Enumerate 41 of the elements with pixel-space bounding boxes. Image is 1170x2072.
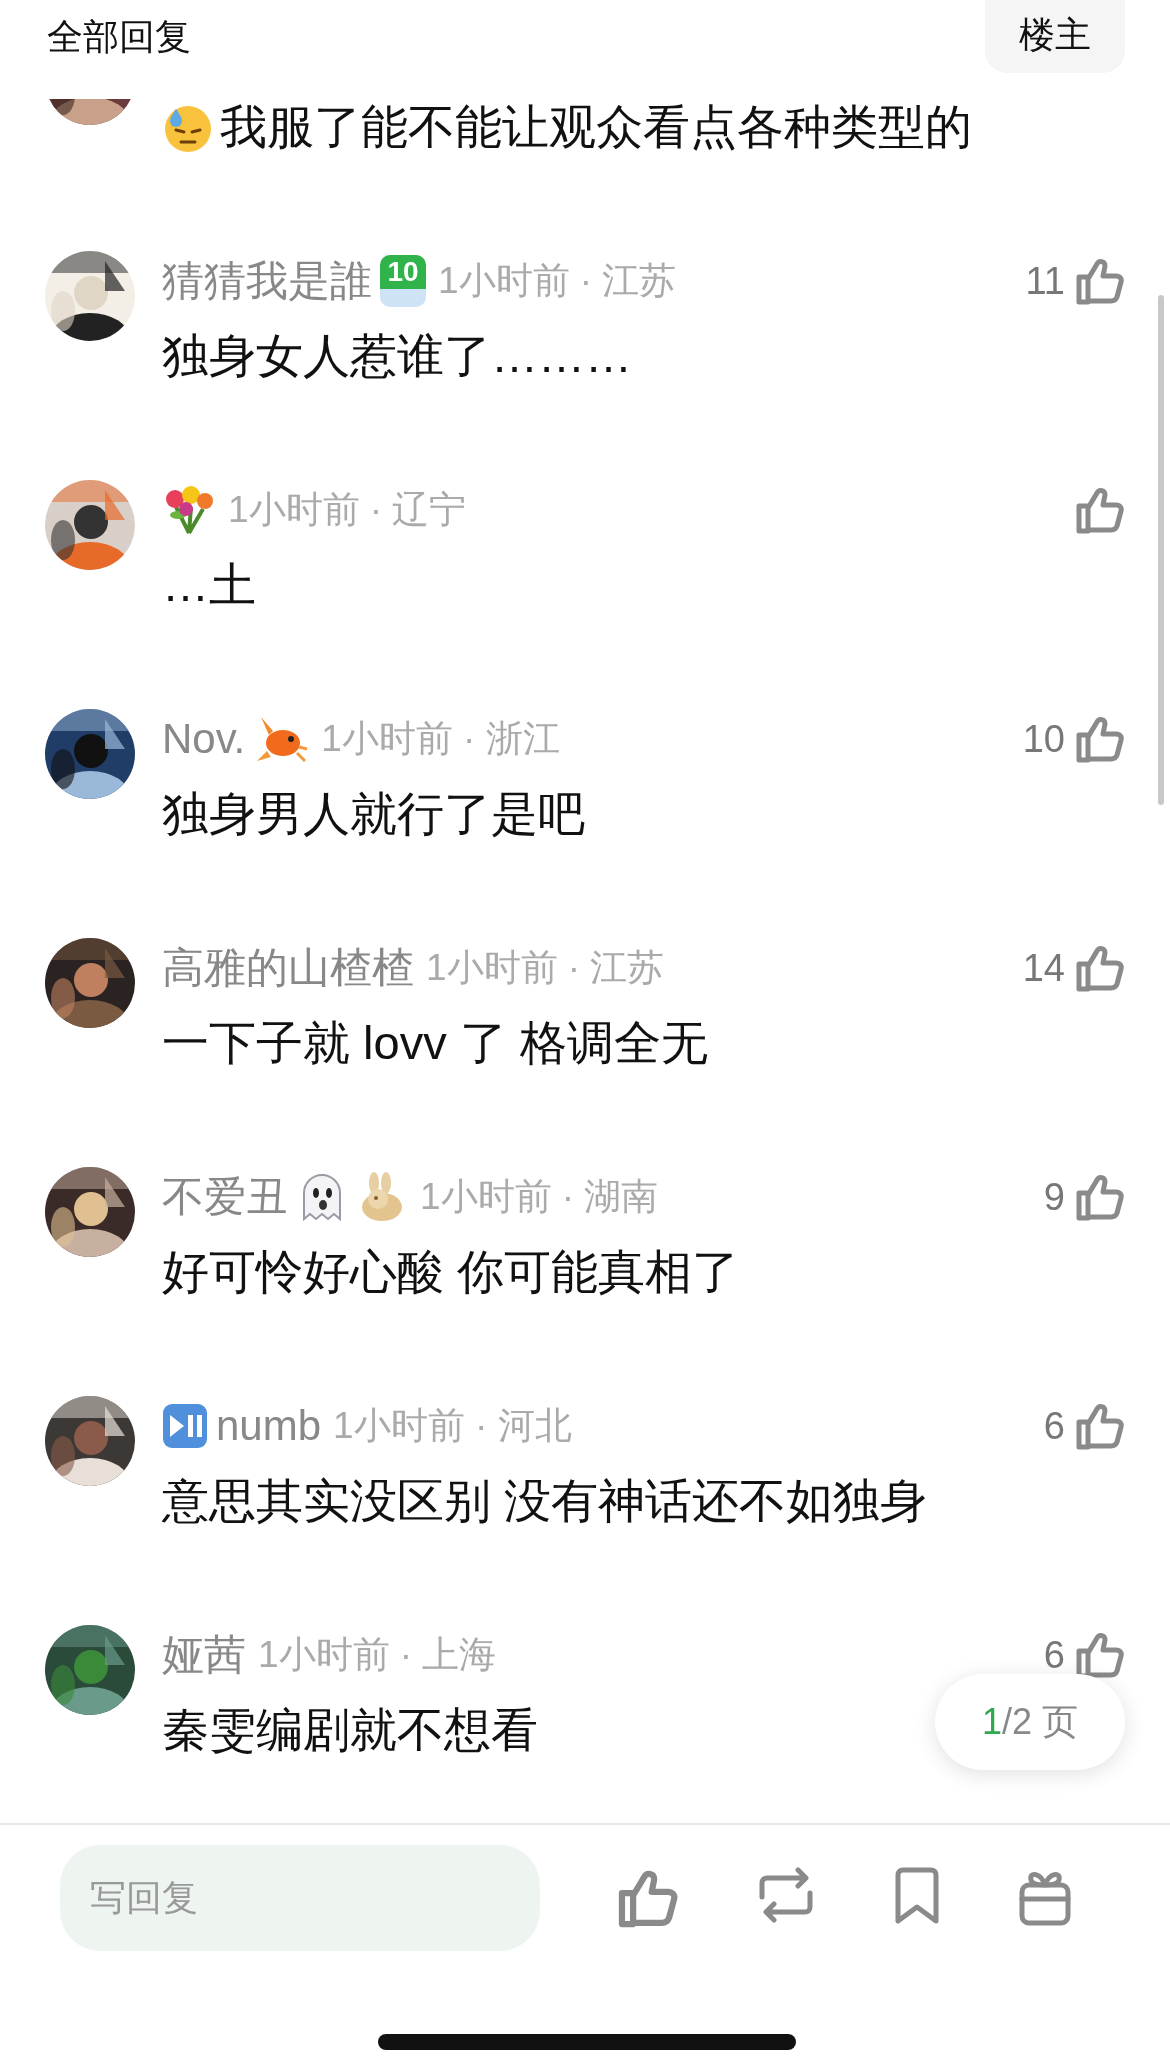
time-location: 1小时前 · 湖南	[420, 1175, 659, 1219]
like-count: 6	[1043, 1404, 1065, 1448]
like-icon[interactable]	[1075, 943, 1125, 993]
like-icon[interactable]	[1075, 485, 1125, 535]
username[interactable]: Nov.	[162, 715, 246, 763]
comment-text: 秦雯编剧就不想看	[162, 1701, 538, 1758]
like-icon[interactable]	[1075, 1172, 1125, 1222]
time-location: 1小时前 · 河北	[333, 1404, 572, 1448]
scrollbar[interactable]	[1158, 295, 1164, 805]
like-icon[interactable]	[1075, 1401, 1125, 1451]
comment-text: 一下子就 lovv 了 格调全无	[162, 1014, 708, 1071]
like-icon[interactable]	[1075, 1630, 1125, 1680]
comment-text: …土	[162, 556, 256, 613]
author-filter-button[interactable]: 楼主	[985, 0, 1125, 73]
play-pause-icon	[162, 1403, 208, 1449]
time-location: 1小时前 · 浙江	[321, 717, 560, 761]
time-location: 1小时前 · 江苏	[438, 259, 677, 303]
like-count: 11	[1025, 259, 1065, 303]
comment-text: 独身女人惹谁了………	[162, 327, 632, 384]
like-count: 6	[1043, 1633, 1065, 1677]
comment-text: 独身男人就行了是吧	[162, 785, 585, 842]
username[interactable]: 娅茜	[162, 1627, 246, 1683]
username[interactable]: 高雅的山楂楂	[162, 940, 414, 996]
like-count: 10	[1022, 717, 1065, 761]
time-location: 1小时前 · 江苏	[426, 946, 665, 990]
comment-text: 好可怜好心酸 你可能真相了	[162, 1243, 740, 1300]
like-count: 14	[1022, 946, 1065, 990]
like-icon[interactable]	[1075, 714, 1125, 764]
time-location: 1小时前 · 辽宁	[228, 488, 467, 532]
time-location: 1小时前 · 上海	[258, 1633, 497, 1677]
like-icon[interactable]	[1075, 256, 1125, 306]
page-indicator[interactable]: 1/2 页	[935, 1674, 1125, 1770]
comment-text: 我服了能不能让观众看点各种类型的	[220, 98, 972, 155]
username[interactable]: 猜猜我是誰	[162, 253, 372, 309]
comment-text: 意思其实没区别 没有神话还不如独身	[162, 1472, 928, 1529]
username[interactable]: numb	[216, 1402, 322, 1450]
like-count: 9	[1043, 1175, 1065, 1219]
username[interactable]: 不爱丑	[162, 1169, 288, 1225]
level-badge: 10	[380, 255, 426, 307]
section-title: 全部回复	[47, 15, 191, 59]
reply-input-field[interactable]: 写回复	[60, 1845, 540, 1951]
